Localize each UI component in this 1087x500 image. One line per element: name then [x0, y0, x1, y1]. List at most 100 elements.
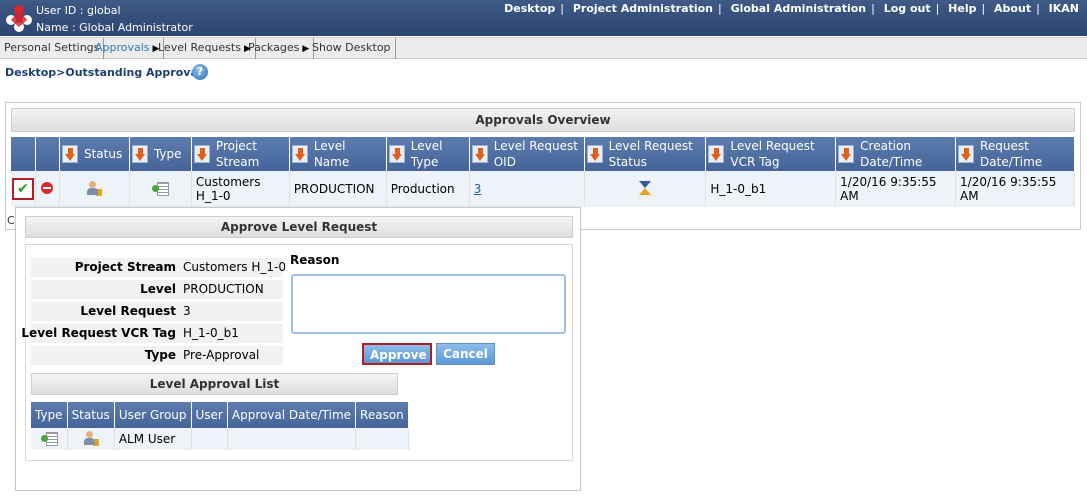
sort-icon: [291, 145, 308, 163]
approval-col-status: Status: [67, 402, 115, 428]
level-name-cell: PRODUCTION: [289, 171, 387, 207]
top-navigation: Desktop | Project Administration | Global …: [504, 2, 1079, 15]
col-status[interactable]: Status: [59, 137, 130, 171]
subnav-approvals-label: Approvals: [95, 41, 150, 54]
col-request-datetime[interactable]: Request Date/Time: [955, 137, 1075, 171]
nav-help-link[interactable]: Help: [948, 2, 976, 15]
approvals-table: Status Type Project Stream Level Name Le…: [11, 137, 1075, 207]
level-type-cell: Production: [386, 171, 470, 207]
approval-type-cell: [31, 428, 68, 450]
ikan-logo-icon: [6, 5, 32, 32]
subnav-show-desktop-label: Show Desktop: [312, 41, 391, 54]
sort-icon: [586, 145, 603, 163]
level-label: Level: [140, 282, 176, 296]
subnav-level-requests[interactable]: Level Requests ▶: [154, 38, 256, 59]
dialog-body: Project Stream Customers H_1-0 Level PRO…: [21, 244, 573, 461]
nav-global-administration-link[interactable]: Global Administration: [731, 2, 867, 15]
nav-project-administration-link[interactable]: Project Administration: [573, 2, 713, 15]
vcr-tag-label: Level Request VCR Tag: [21, 326, 176, 340]
help-icon[interactable]: ?: [192, 64, 208, 80]
subnav-packages[interactable]: Packages ▶: [244, 38, 315, 59]
level-request-status-cell: [584, 171, 707, 207]
col-level-name[interactable]: Level Name: [289, 137, 387, 171]
nav-logout-link[interactable]: Log out: [884, 2, 931, 15]
status-cell: [59, 171, 130, 207]
type-row: Type Pre-Approval: [31, 346, 283, 365]
request-datetime-cell: 1/20/16 9:35:55 AM: [955, 171, 1075, 207]
col-level-type-label: Level Type: [410, 139, 443, 169]
sort-icon: [388, 145, 405, 163]
reason-label: Reason: [290, 253, 340, 267]
col-level-request-status-label: Level Request Status: [608, 139, 693, 169]
col-type-label: Type: [153, 147, 182, 161]
truncated-text: C: [7, 214, 15, 227]
nav-about-link[interactable]: About: [994, 2, 1031, 15]
col-level-name-label: Level Name: [313, 139, 350, 169]
sort-icon: [61, 145, 78, 163]
approval-user-cell: [191, 428, 228, 450]
col-creation-datetime[interactable]: Creation Date/Time: [835, 137, 957, 171]
level-request-label: Level Request: [80, 304, 176, 318]
col-creation-datetime-label: Creation Date/Time: [860, 139, 923, 169]
top-header: User ID : global Name : Global Administr…: [0, 0, 1087, 36]
col-project-stream[interactable]: Project Stream: [191, 137, 290, 171]
sort-icon: [838, 145, 855, 163]
project-stream-value: Customers H_1-0: [183, 260, 286, 274]
col-level-request-oid[interactable]: Level Request OID: [469, 137, 585, 171]
level-request-oid-cell: 3: [469, 171, 585, 207]
col-level-request-oid-label: Level Request OID: [493, 139, 578, 169]
project-stream-label: Project Stream: [74, 260, 176, 274]
cancel-button[interactable]: Cancel: [436, 343, 495, 365]
level-request-row: Level Request 3: [31, 302, 283, 321]
approval-status-cell: [67, 428, 115, 450]
approval-col-type: Type: [31, 402, 68, 428]
user-id-text: User ID : global: [36, 4, 121, 17]
nav-ikan-link[interactable]: IKAN: [1049, 2, 1079, 15]
reject-cell: [35, 171, 60, 207]
level-request-vcr-tag-cell: H_1-0_b1: [705, 171, 837, 207]
approve-level-request-dialog: Approve Level Request Project Stream Cus…: [15, 207, 581, 491]
sort-icon: [708, 145, 725, 163]
approval-reason-cell: [355, 428, 409, 450]
approve-button[interactable]: Approve: [362, 343, 432, 365]
approval-list-header: Type Status User Group User Approval Dat…: [31, 402, 409, 428]
hourglass-status-icon: [638, 180, 652, 196]
type-value: Pre-Approval: [183, 348, 260, 362]
approve-check-icon[interactable]: ✔: [12, 178, 34, 200]
col-reject: [35, 137, 60, 171]
table-row: ✔ Customers H_1-0 PRODUCTION Production …: [11, 171, 1075, 207]
user-pending-status-icon: [86, 180, 103, 196]
sort-icon: [471, 145, 488, 163]
project-stream-cell: Customers H_1-0: [191, 171, 290, 207]
pre-approval-type-icon: [40, 430, 58, 446]
level-approval-list-table: Type Status User Group User Approval Dat…: [31, 402, 409, 450]
approvals-overview-title: Approvals Overview: [11, 108, 1075, 132]
approval-col-reason: Reason: [355, 402, 409, 428]
approval-user-group-cell: ALM User: [114, 428, 192, 450]
subnav-personal-settings[interactable]: Personal Settings: [0, 38, 105, 59]
user-pending-status-icon: [83, 430, 99, 446]
approval-col-user-group: User Group: [114, 402, 192, 428]
subnav-show-desktop[interactable]: Show Desktop: [308, 38, 396, 59]
level-row: Level PRODUCTION: [31, 280, 283, 299]
approvals-table-header: Status Type Project Stream Level Name Le…: [11, 137, 1075, 171]
col-approve: [11, 137, 36, 171]
vcr-tag-row: Level Request VCR Tag H_1-0_b1: [21, 324, 283, 343]
secondary-navigation: Personal Settings Approvals ▶ Level Reque…: [0, 37, 1087, 59]
reject-stop-icon[interactable]: [41, 181, 54, 194]
col-project-stream-label: Project Stream: [215, 139, 260, 169]
reason-textarea[interactable]: [291, 274, 566, 334]
level-request-oid-link[interactable]: 3: [474, 182, 482, 196]
sort-icon: [958, 145, 975, 163]
col-level-type[interactable]: Level Type: [386, 137, 470, 171]
subnav-packages-label: Packages: [248, 41, 300, 54]
col-level-request-vcr-tag[interactable]: Level Request VCR Tag: [705, 137, 837, 171]
approve-cell: ✔: [11, 171, 36, 207]
nav-desktop-link[interactable]: Desktop: [504, 2, 555, 15]
subnav-personal-settings-label: Personal Settings: [4, 41, 100, 54]
level-value: PRODUCTION: [183, 282, 264, 296]
col-level-request-status[interactable]: Level Request Status: [584, 137, 707, 171]
sort-icon: [131, 145, 148, 163]
col-status-label: Status: [83, 147, 123, 161]
col-type[interactable]: Type: [129, 137, 192, 171]
